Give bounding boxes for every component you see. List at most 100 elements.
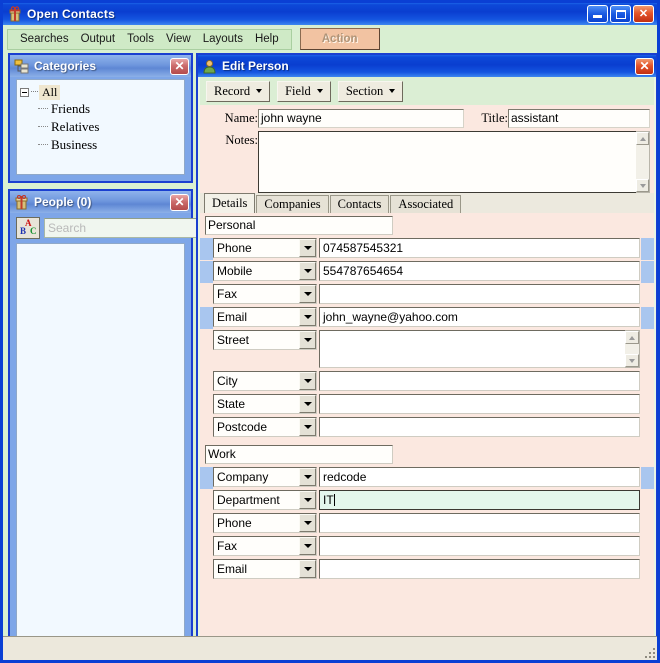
field-value-mobile[interactable]: 554787654654 (319, 261, 640, 281)
chevron-down-icon[interactable] (299, 418, 316, 436)
field-value-city[interactable] (319, 371, 640, 391)
chevron-down-icon[interactable] (299, 514, 316, 532)
field-value-phone[interactable]: 074587545321 (319, 238, 640, 258)
chevron-down-icon (389, 89, 396, 93)
action-button[interactable]: Action (299, 28, 380, 50)
field-value-work-department[interactable]: IT (319, 490, 640, 510)
close-icon: ✕ (174, 59, 185, 73)
chevron-down-icon[interactable] (299, 491, 316, 509)
chevron-down-icon[interactable] (299, 262, 316, 280)
notes-label: Notes: (225, 133, 258, 147)
tab-contacts[interactable]: Contacts (329, 195, 390, 213)
field-value-email[interactable]: john_wayne@yahoo.com (319, 307, 640, 327)
field-row-fax: Fax (200, 284, 654, 306)
mdi-client-area: Categories ✕ All Friends Relatives Busin… (3, 51, 657, 636)
field-value-work-email[interactable] (319, 559, 640, 579)
people-close-button[interactable]: ✕ (170, 193, 189, 211)
field-value-postcode[interactable] (319, 417, 640, 437)
field-selector-work-fax[interactable]: Fax (213, 536, 317, 556)
field-value-work-phone[interactable] (319, 513, 640, 533)
field-row-city: City (200, 371, 654, 393)
categories-tree[interactable]: All Friends Relatives Business (16, 79, 185, 175)
field-selector-work-company[interactable]: Company (213, 467, 317, 487)
field-value-work-company[interactable]: redcode (319, 467, 640, 487)
chevron-down-icon (256, 89, 263, 93)
tree-node-business[interactable]: Business (20, 136, 181, 154)
chevron-down-icon[interactable] (299, 285, 316, 303)
menu-item-view[interactable]: View (160, 31, 197, 47)
chevron-down-icon[interactable] (299, 468, 316, 486)
menu-item-layouts[interactable]: Layouts (197, 31, 249, 47)
tab-details[interactable]: Details (204, 193, 256, 213)
abc-sort-icon[interactable]: A B C (16, 217, 40, 239)
field-selector-work-department[interactable]: Department (213, 490, 317, 510)
tab-associated[interactable]: Associated (390, 195, 462, 213)
scroll-up-icon[interactable] (625, 331, 639, 344)
record-menu-button[interactable]: Record (206, 80, 271, 102)
row-marker (200, 490, 213, 512)
notes-row: Notes: (202, 131, 652, 193)
field-selector-email[interactable]: Email (213, 307, 317, 327)
chevron-down-icon[interactable] (299, 308, 316, 326)
maximize-button[interactable] (610, 5, 631, 23)
section-header-work[interactable]: Work (205, 445, 393, 464)
field-row-work-phone: Phone (200, 513, 654, 535)
collapse-icon[interactable] (20, 87, 29, 97)
tree-node-label: All (39, 84, 61, 100)
field-selector-work-phone[interactable]: Phone (213, 513, 317, 533)
tree-node-relatives[interactable]: Relatives (20, 118, 181, 136)
chevron-down-icon[interactable] (299, 560, 316, 578)
edit-person-panel: Edit Person ✕ Record Field Section Name:… (196, 53, 657, 636)
tree-node-label: Friends (51, 101, 90, 116)
details-pane[interactable]: Personal Phone 074587545321 Mobile 55478… (200, 213, 654, 636)
field-selector-work-email[interactable]: Email (213, 559, 317, 579)
street-scrollbar[interactable] (625, 330, 640, 368)
tree-node-friends[interactable]: Friends (20, 100, 181, 118)
field-selector-fax[interactable]: Fax (213, 284, 317, 304)
field-selector-city[interactable]: City (213, 371, 317, 391)
field-selector-postcode[interactable]: Postcode (213, 417, 317, 437)
scroll-up-icon[interactable] (636, 132, 649, 145)
categories-panel-body: All Friends Relatives Business (12, 77, 189, 179)
field-value-work-fax[interactable] (319, 536, 640, 556)
search-input[interactable] (44, 218, 207, 238)
notes-textarea[interactable] (258, 131, 636, 193)
field-value-state[interactable] (319, 394, 640, 414)
name-field[interactable]: john wayne (258, 109, 464, 128)
chevron-down-icon[interactable] (299, 537, 316, 555)
close-button[interactable]: ✕ (633, 5, 654, 23)
resize-grip[interactable] (643, 646, 655, 658)
field-row-postcode: Postcode (200, 417, 654, 439)
title-field[interactable]: assistant (508, 109, 650, 128)
menu-item-searches[interactable]: Searches (14, 31, 75, 47)
categories-close-button[interactable]: ✕ (170, 57, 189, 75)
notes-scrollbar[interactable] (636, 131, 650, 193)
tab-companies[interactable]: Companies (256, 195, 329, 213)
people-list[interactable] (16, 243, 185, 636)
section-menu-button[interactable]: Section (337, 80, 404, 102)
menu-item-tools[interactable]: Tools (121, 31, 160, 47)
chevron-down-icon[interactable] (299, 395, 316, 413)
edit-person-close-button[interactable]: ✕ (635, 57, 654, 75)
edit-person-titlebar: Edit Person ✕ (198, 55, 656, 77)
field-value-fax[interactable] (319, 284, 640, 304)
field-value-street[interactable] (319, 330, 625, 368)
field-selector-mobile[interactable]: Mobile (213, 261, 317, 281)
section-header-personal[interactable]: Personal (205, 216, 393, 235)
tree-connector (38, 108, 48, 110)
scroll-down-icon[interactable] (625, 354, 639, 367)
window-controls: ✕ (587, 5, 654, 23)
menu-item-help[interactable]: Help (249, 31, 285, 47)
field-selector-street[interactable]: Street (213, 330, 317, 350)
field-selector-state[interactable]: State (213, 394, 317, 414)
chevron-down-icon[interactable] (299, 331, 316, 349)
menu-item-output[interactable]: Output (75, 31, 122, 47)
field-menu-button[interactable]: Field (277, 80, 331, 102)
chevron-down-icon[interactable] (299, 239, 316, 257)
tree-node-all[interactable]: All (20, 84, 181, 100)
people-panel-title: People (0) (34, 195, 92, 209)
scroll-down-icon[interactable] (636, 179, 649, 192)
chevron-down-icon[interactable] (299, 372, 316, 390)
minimize-button[interactable] (587, 5, 608, 23)
field-selector-phone[interactable]: Phone (213, 238, 317, 258)
